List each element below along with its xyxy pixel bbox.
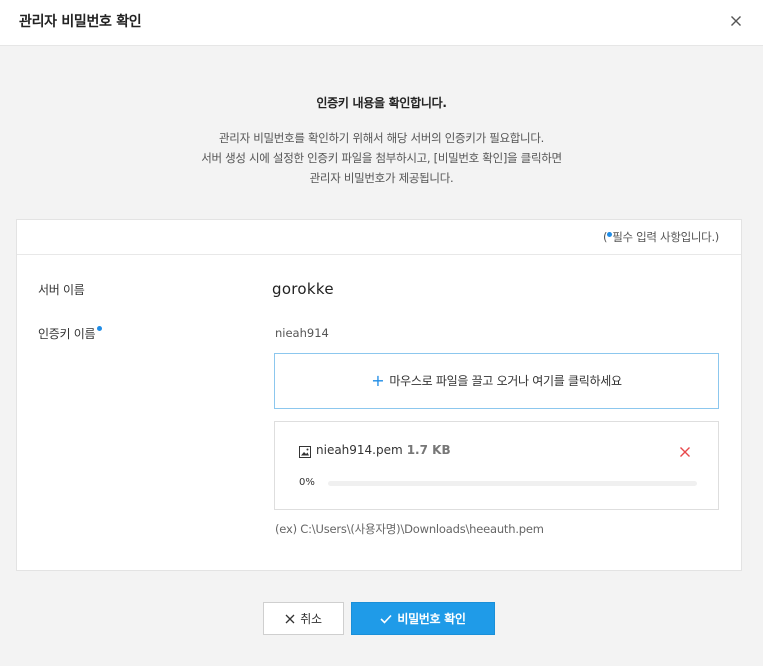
intro-heading: 인증키 내용을 확인합니다. xyxy=(316,96,447,110)
server-name-value: gorokke xyxy=(272,280,334,298)
auth-key-label-text: 인증키 이름 xyxy=(38,327,96,341)
cancel-button[interactable]: 취소 xyxy=(263,602,344,635)
close-icon[interactable] xyxy=(727,12,745,30)
auth-key-label: 인증키 이름 xyxy=(38,325,103,342)
required-note-text: 필수 입력 사항입니다.) xyxy=(612,230,719,244)
cancel-button-label: 취소 xyxy=(300,612,322,626)
file-name-text: nieah914.pem xyxy=(316,443,403,457)
upload-progress-bar xyxy=(328,481,697,486)
dropzone-label: 마우스로 파일을 끌고 오거나 여기를 클릭하세요 xyxy=(389,374,622,388)
example-path: (ex) C:\Users\(사용자명)\Downloads\heeauth.p… xyxy=(275,522,544,536)
attached-file: nieah914.pem 1.7 KB 0% xyxy=(274,421,719,510)
required-note: (필수 입력 사항입니다.) xyxy=(603,229,719,245)
image-file-icon xyxy=(299,443,311,462)
dialog-title: 관리자 비밀번호 확인 xyxy=(19,14,142,30)
intro-line: 관리자 비밀번호를 확인하기 위해서 해당 서버의 인증키가 필요합니다. xyxy=(219,131,544,145)
remove-file-icon[interactable] xyxy=(678,444,692,458)
server-name-label: 서버 이름 xyxy=(38,283,85,297)
confirm-button-label: 비밀번호 확인 xyxy=(397,612,466,626)
required-dot-icon xyxy=(97,326,103,331)
file-size: 1.7 KB xyxy=(406,443,451,457)
intro-line: 서버 생성 시에 설정한 인증키 파일을 첨부하시고, [비밀번호 확인]을 클… xyxy=(201,151,562,165)
intro-description: 관리자 비밀번호를 확인하기 위해서 해당 서버의 인증키가 필요합니다. 서버… xyxy=(0,128,763,188)
divider xyxy=(17,254,741,255)
file-dropzone[interactable]: + 마우스로 파일을 끌고 오거나 여기를 클릭하세요 xyxy=(274,353,719,409)
upload-percent: 0% xyxy=(299,477,315,488)
check-icon xyxy=(380,614,392,624)
confirm-password-button[interactable]: 비밀번호 확인 xyxy=(351,602,495,635)
auth-key-value: nieah914 xyxy=(275,326,329,340)
form-panel: (필수 입력 사항입니다.) 서버 이름 gorokke 인증키 이름 niea… xyxy=(16,219,742,571)
intro-line: 관리자 비밀번호가 제공됩니다. xyxy=(309,171,454,185)
close-icon xyxy=(285,614,295,624)
plus-icon: + xyxy=(371,371,385,390)
file-name: nieah914.pem 1.7 KB xyxy=(316,443,451,457)
dialog-header: 관리자 비밀번호 확인 xyxy=(0,0,763,46)
